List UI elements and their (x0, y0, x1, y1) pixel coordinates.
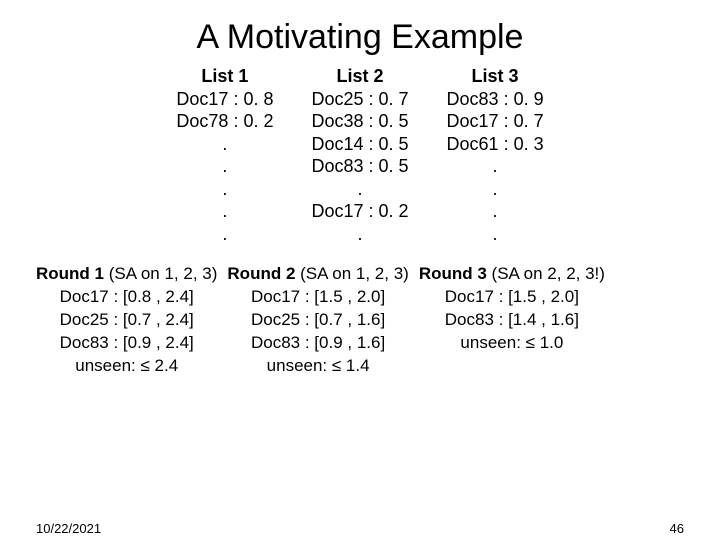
round-1-header-bold: Round 1 (36, 264, 104, 283)
round-2-header-rest: (SA on 1, 2, 3) (295, 264, 408, 283)
list-3: List 3 Doc83 : 0. 9 Doc17 : 0. 7 Doc61 :… (447, 65, 544, 245)
round-2-row: Doc83 : [0.9 , 1.6] (227, 332, 408, 355)
list-2-row: Doc38 : 0. 5 (311, 110, 408, 133)
round-1-header: Round 1 (SA on 1, 2, 3) (36, 263, 217, 286)
round-3-row: unseen: ≤ 1.0 (419, 332, 605, 355)
round-1-row: Doc25 : [0.7 , 2.4] (36, 309, 217, 332)
list-1-row: Doc78 : 0. 2 (176, 110, 273, 133)
round-3: Round 3 (SA on 2, 2, 3!) Doc17 : [1.5 , … (419, 263, 605, 378)
list-3-header: List 3 (447, 65, 544, 88)
list-1-row: Doc17 : 0. 8 (176, 88, 273, 111)
list-3-row: . (447, 223, 544, 246)
round-3-header: Round 3 (SA on 2, 2, 3!) (419, 263, 605, 286)
list-3-row: . (447, 200, 544, 223)
list-1-row: . (176, 178, 273, 201)
round-1: Round 1 (SA on 1, 2, 3) Doc17 : [0.8 , 2… (36, 263, 217, 378)
list-3-row: Doc83 : 0. 9 (447, 88, 544, 111)
round-1-row: unseen: ≤ 2.4 (36, 355, 217, 378)
list-2-row: Doc14 : 0. 5 (311, 133, 408, 156)
list-1-row: . (176, 223, 273, 246)
list-2-row: . (311, 223, 408, 246)
list-2-row: Doc25 : 0. 7 (311, 88, 408, 111)
list-2-row: . (311, 178, 408, 201)
rounds-container: Round 1 (SA on 1, 2, 3) Doc17 : [0.8 , 2… (36, 263, 720, 378)
footer-date: 10/22/2021 (36, 521, 101, 536)
round-2-row: unseen: ≤ 1.4 (227, 355, 408, 378)
list-2-row: Doc17 : 0. 2 (311, 200, 408, 223)
round-2-header: Round 2 (SA on 1, 2, 3) (227, 263, 408, 286)
list-1-row: . (176, 200, 273, 223)
list-1-row: . (176, 155, 273, 178)
round-2-row: Doc17 : [1.5 , 2.0] (227, 286, 408, 309)
list-2-header: List 2 (311, 65, 408, 88)
round-3-row: Doc17 : [1.5 , 2.0] (419, 286, 605, 309)
round-3-row: Doc83 : [1.4 , 1.6] (419, 309, 605, 332)
round-2-header-bold: Round 2 (227, 264, 295, 283)
list-1: List 1 Doc17 : 0. 8 Doc78 : 0. 2 . . . .… (176, 65, 273, 245)
round-1-row: Doc17 : [0.8 , 2.4] (36, 286, 217, 309)
footer-page: 46 (670, 521, 684, 536)
lists-container: List 1 Doc17 : 0. 8 Doc78 : 0. 2 . . . .… (0, 65, 720, 245)
round-2: Round 2 (SA on 1, 2, 3) Doc17 : [1.5 , 2… (227, 263, 408, 378)
round-2-row: Doc25 : [0.7 , 1.6] (227, 309, 408, 332)
list-2-row: Doc83 : 0. 5 (311, 155, 408, 178)
footer: 10/22/2021 46 (36, 521, 684, 536)
list-3-row: Doc61 : 0. 3 (447, 133, 544, 156)
round-3-header-rest: (SA on 2, 2, 3!) (487, 264, 605, 283)
list-3-row: . (447, 155, 544, 178)
round-1-row: Doc83 : [0.9 , 2.4] (36, 332, 217, 355)
list-2: List 2 Doc25 : 0. 7 Doc38 : 0. 5 Doc14 :… (311, 65, 408, 245)
round-3-header-bold: Round 3 (419, 264, 487, 283)
page-title: A Motivating Example (0, 18, 720, 57)
list-1-row: . (176, 133, 273, 156)
list-1-header: List 1 (176, 65, 273, 88)
list-3-row: Doc17 : 0. 7 (447, 110, 544, 133)
round-1-header-rest: (SA on 1, 2, 3) (104, 264, 217, 283)
list-3-row: . (447, 178, 544, 201)
